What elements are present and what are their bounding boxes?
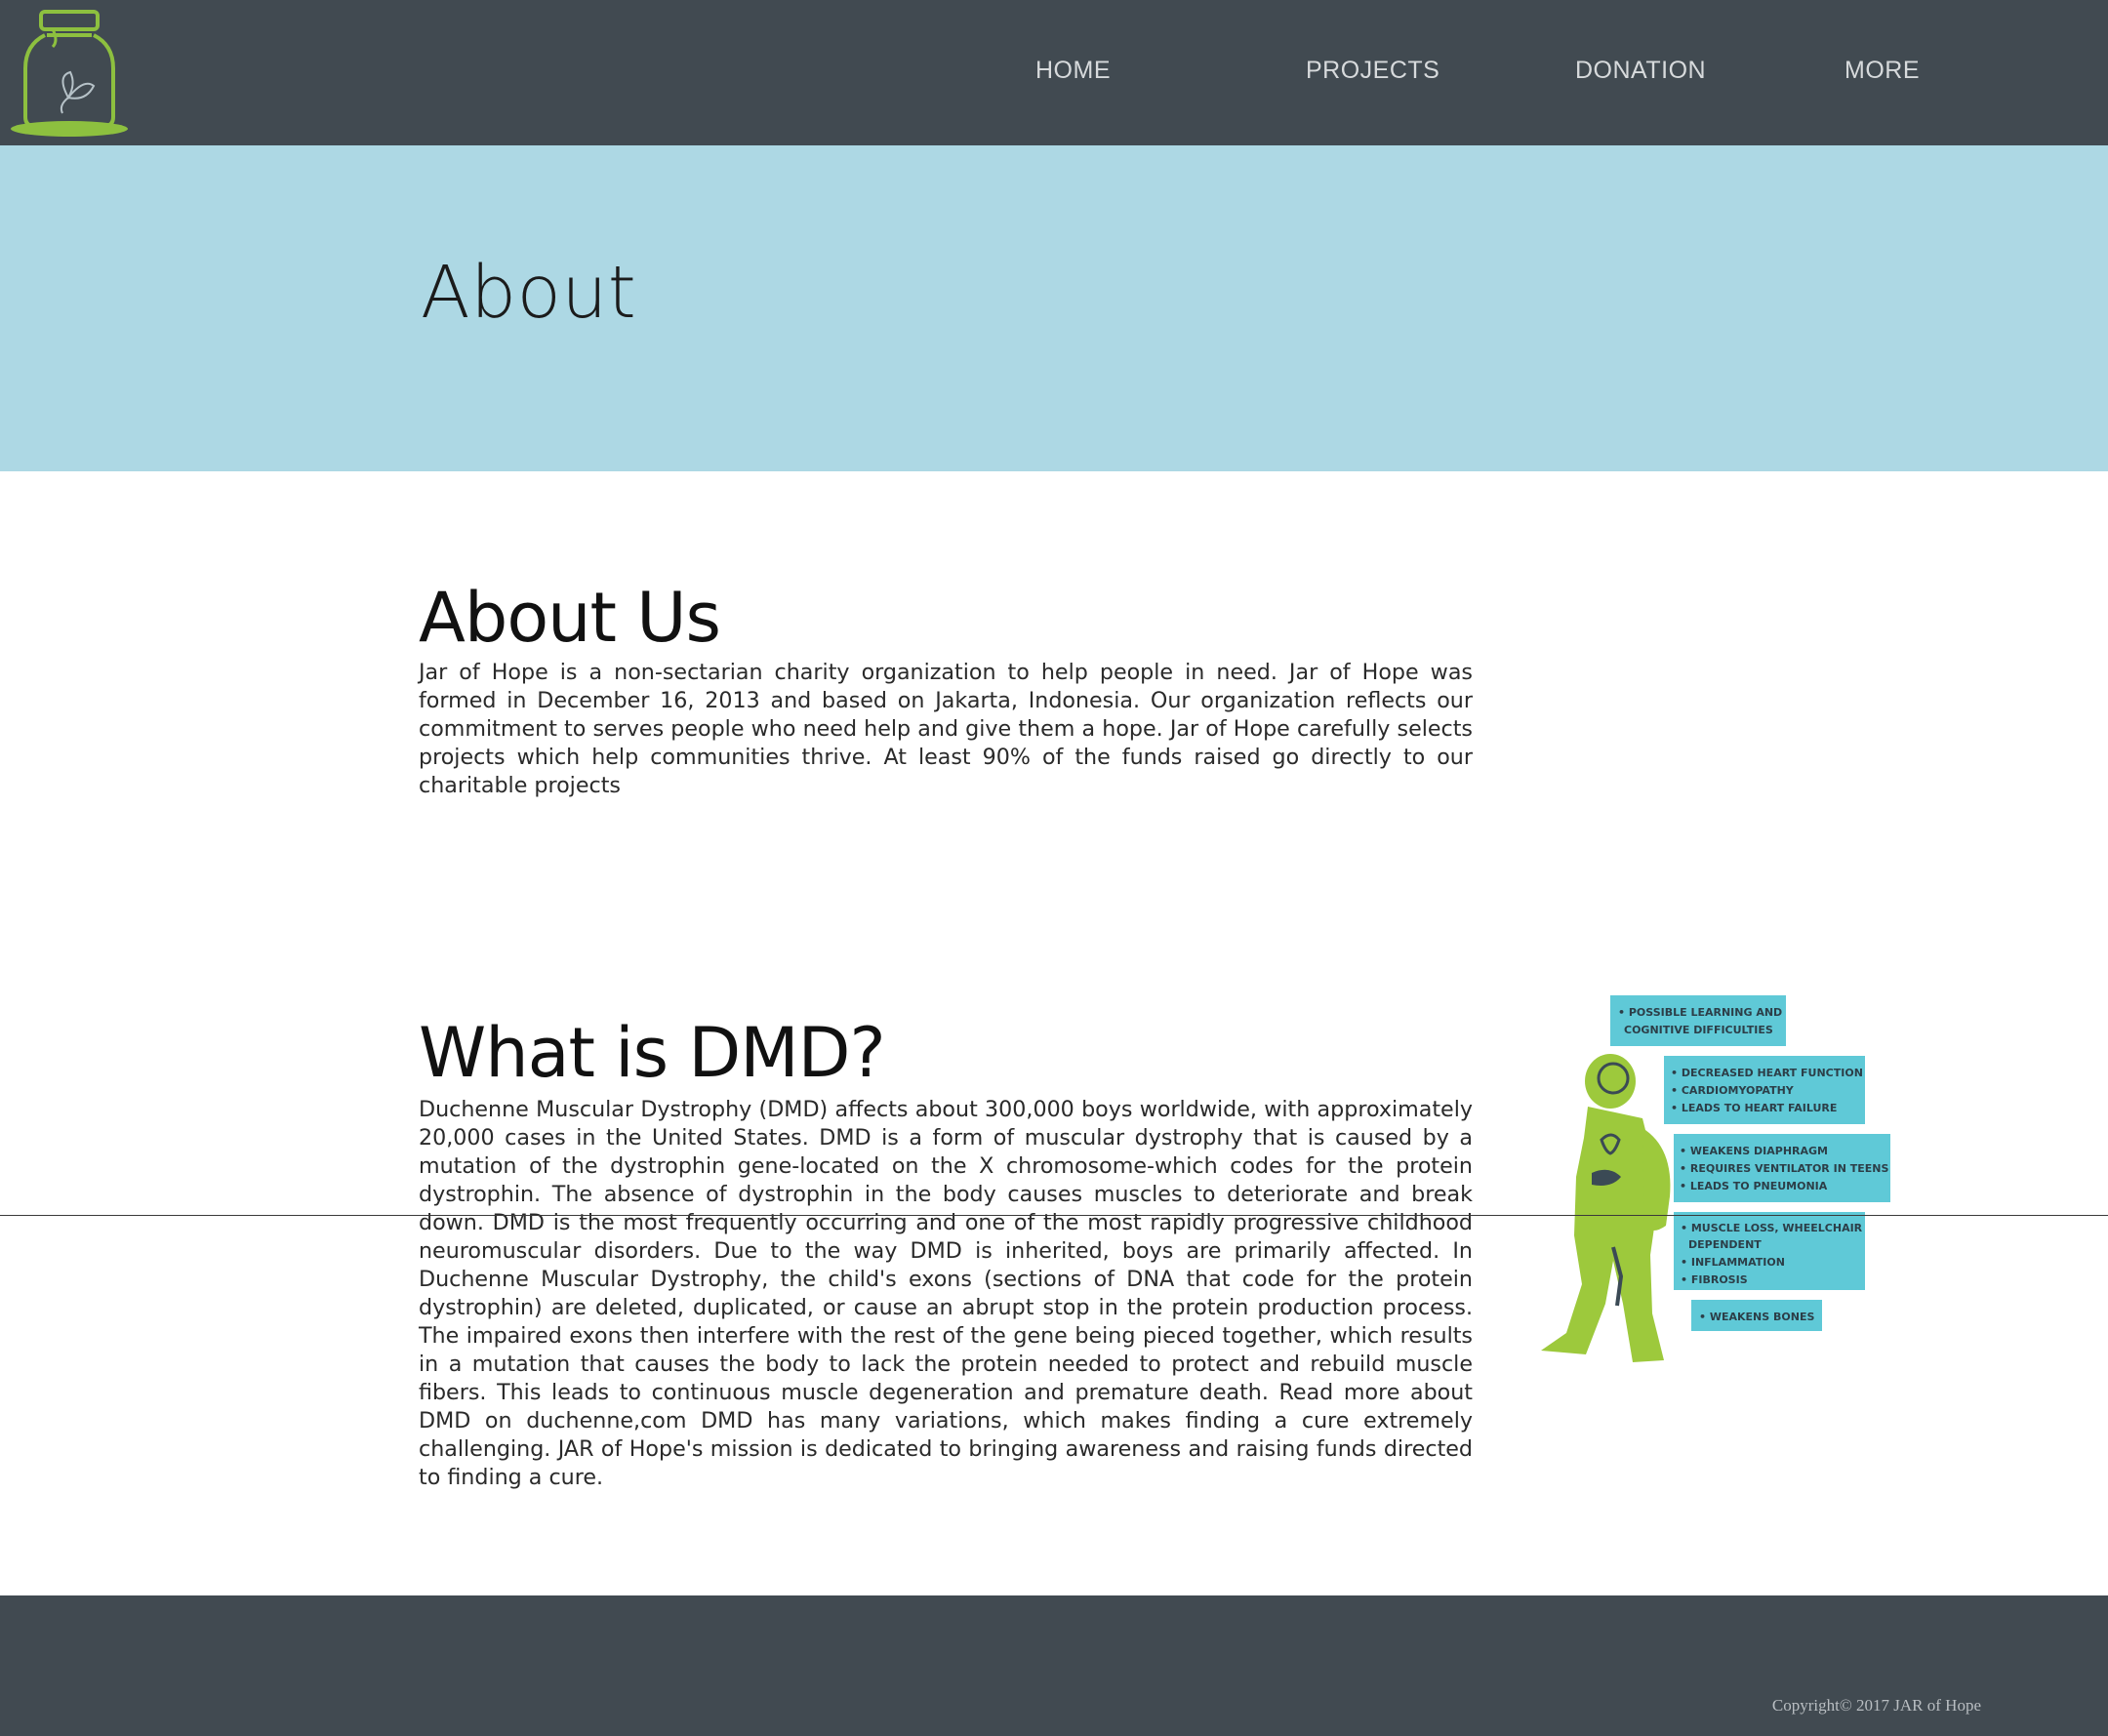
svg-text:• MUSCLE LOSS, WHEELCHAIR: • MUSCLE LOSS, WHEELCHAIR: [1681, 1222, 1863, 1234]
jar-butterfly-logo-icon[interactable]: [8, 8, 131, 139]
label-learning: • POSSIBLE LEARNING AND COGNITIVE DIFFIC…: [1610, 995, 1786, 1046]
about-us-paragraph: Jar of Hope is a non-sectarian charity o…: [419, 660, 1473, 798]
label-heart: • DECREASED HEART FUNCTION • CARDIOMYOPA…: [1664, 1056, 1865, 1124]
svg-text:• WEAKENS DIAPHRAGM: • WEAKENS DIAPHRAGM: [1680, 1145, 1828, 1157]
boy-silhouette-icon: [1541, 1054, 1671, 1362]
svg-text:• WEAKENS BONES: • WEAKENS BONES: [1699, 1311, 1814, 1323]
about-us-heading: About Us: [419, 578, 721, 658]
svg-text:COGNITIVE DIFFICULTIES: COGNITIVE DIFFICULTIES: [1624, 1024, 1773, 1036]
footer: Copyright© 2017 JAR of Hope: [0, 1595, 2108, 1736]
nav-donation-link[interactable]: DONATION: [1575, 57, 1706, 85]
top-navbar: HOME PROJECTS DONATION MORE: [0, 0, 2108, 145]
hero-banner: About: [0, 145, 2108, 471]
dmd-body-illustration: • POSSIBLE LEARNING AND COGNITIVE DIFFIC…: [1541, 995, 1890, 1362]
svg-text:• INFLAMMATION: • INFLAMMATION: [1681, 1256, 1785, 1269]
nav-home-link[interactable]: HOME: [1035, 57, 1111, 85]
divider-line: [0, 1215, 2108, 1216]
dmd-heading: What is DMD?: [419, 1013, 886, 1093]
svg-text:• LEADS TO PNEUMONIA: • LEADS TO PNEUMONIA: [1680, 1180, 1828, 1192]
svg-text:• CARDIOMYOPATHY: • CARDIOMYOPATHY: [1671, 1084, 1795, 1097]
svg-text:• DECREASED HEART FUNCTION: • DECREASED HEART FUNCTION: [1671, 1067, 1863, 1079]
dmd-paragraph: Duchenne Muscular Dystrophy (DMD) affect…: [419, 1097, 1473, 1490]
page-title: About: [421, 251, 637, 335]
label-bones: • WEAKENS BONES: [1691, 1300, 1822, 1331]
copyright-text: Copyright© 2017 JAR of Hope: [1771, 1696, 1981, 1715]
svg-text:• LEADS TO HEART FAILURE: • LEADS TO HEART FAILURE: [1671, 1102, 1837, 1114]
svg-text:• POSSIBLE LEARNING AND: • POSSIBLE LEARNING AND: [1618, 1006, 1782, 1019]
label-lungs: • WEAKENS DIAPHRAGM • REQUIRES VENTILATO…: [1674, 1134, 1890, 1202]
svg-text:DEPENDENT: DEPENDENT: [1688, 1238, 1762, 1251]
label-muscles: • MUSCLE LOSS, WHEELCHAIR DEPENDENT • IN…: [1674, 1212, 1865, 1290]
svg-text:• FIBROSIS: • FIBROSIS: [1681, 1273, 1748, 1286]
svg-text:• REQUIRES VENTILATOR IN TEENS: • REQUIRES VENTILATOR IN TEENS: [1680, 1162, 1888, 1175]
nav-more-link[interactable]: MORE: [1844, 57, 1920, 85]
nav-projects-link[interactable]: PROJECTS: [1306, 57, 1439, 85]
